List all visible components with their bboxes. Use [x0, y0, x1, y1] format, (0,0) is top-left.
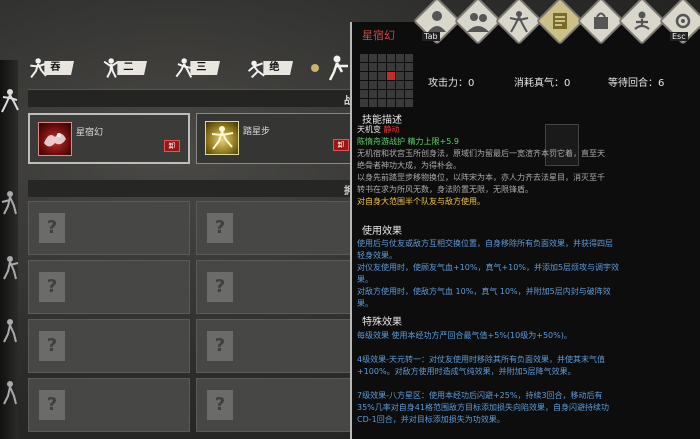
effect-line [357, 342, 697, 354]
tab-label: 绝式 [263, 61, 293, 75]
effect-line: +100%。对敌方使用时造成气纯效果，并附加5层降气效果。 [357, 367, 576, 376]
effect-line: 4级效果-天元转一：对仗友使用时移除其所有负面效果，并使其末气值 [357, 355, 605, 364]
skill-type: 天机变 [357, 125, 381, 134]
target-note: 对自身大范围半个队友与敌方使用。 [357, 197, 485, 206]
unknown-skill-icon: ? [39, 213, 65, 243]
tab-stance-5[interactable] [324, 54, 350, 86]
effect-line: 果。 [357, 299, 373, 308]
unequip-button[interactable]: 卸 [333, 139, 349, 151]
tab-stance-2[interactable]: 二式 [101, 54, 147, 82]
tab-separator-dot [311, 64, 319, 72]
effect-line: 每级效果 使用本经功方严回合最气值+5%(10级为+50%)。 [357, 331, 572, 340]
attack-stat: 攻击力：0 [428, 78, 475, 89]
lore-line: 绝骨者神功大成，为得朴会。 [357, 161, 461, 170]
tab-label: 二式 [117, 61, 147, 75]
effect-line: 轻身效果。 [357, 251, 397, 260]
tab-stance-4[interactable]: 绝式 [247, 54, 293, 82]
shortcut-key-label: Esc [670, 32, 688, 41]
empty-skill-slot[interactable]: ? [196, 260, 358, 314]
unknown-skill-icon: ? [39, 390, 65, 420]
special-effect-heading: 特殊效果 [362, 317, 402, 328]
empty-skill-slot[interactable]: ? [28, 319, 190, 373]
stance-figure-icon[interactable] [0, 190, 20, 216]
cost-stat: 消耗真气：0 [514, 78, 571, 89]
skill-name: 星宿幻 [76, 128, 104, 138]
effect-line: 果。 [357, 275, 373, 284]
shortcut-key-label: Tab [422, 32, 440, 41]
lore-line: 转书在求为所风无数，身法阶置无限，无限锋盾。 [357, 185, 533, 194]
skill-name: 踏星步 [243, 127, 271, 137]
tab-label: 吞吐 [44, 61, 74, 75]
skill-xingsu-icon [38, 122, 72, 156]
tab-stance-1[interactable]: 吞吐 [28, 54, 74, 82]
top-menu-bar: Tab Esc [408, 0, 700, 46]
equipped-header: 战 [28, 89, 358, 107]
empty-skill-slot[interactable]: ? [196, 378, 358, 432]
unknown-skill-icon: ? [39, 272, 65, 302]
empty-skill-slot[interactable]: ? [196, 201, 358, 255]
lore-line: 以身先前踏罡步移物换位，以阵宋为本，亦人力齐去法星目，消灭至千 [357, 173, 605, 182]
description-block: 天机变 静动 陈惰舟游战护 精力上限+5.9 无机宿和状宫玉所创身法，原域们为留… [357, 124, 697, 208]
stance-figure-icon[interactable] [0, 255, 20, 281]
wait-stat: 等待回合：6 [608, 78, 665, 89]
skill-range-grid [360, 54, 413, 107]
equipped-skill-card[interactable]: 踏星步 卸 [196, 113, 358, 164]
skill-bonus: 陈惰舟游战护 精力上限+5.9 [357, 137, 459, 146]
empty-skill-slot[interactable]: ? [28, 260, 190, 314]
unknown-skill-icon: ? [207, 331, 233, 361]
learned-header: 拥 [28, 180, 358, 197]
equipped-skill-card[interactable]: 星宿幻 卸 [28, 113, 190, 164]
empty-skill-slot[interactable]: ? [28, 378, 190, 432]
skill-title: 星宿幻 [362, 29, 395, 42]
unknown-skill-icon: ? [39, 331, 65, 361]
stance-figure-icon[interactable] [0, 318, 20, 344]
effect-line: 对敌方使用时，使敌方气血 10%，真气 10%，并附加5层内封与破阵效 [357, 287, 611, 296]
effect-line: 使用后与仗友或敌方互相交换位置，自身移除所有负面效果，并获得四层 [357, 239, 613, 248]
unknown-skill-icon: ? [207, 213, 233, 243]
effect-line: 对仪友使用时，使顾友气血+10%，真气+10%，并添加5层烦攻与调宇效 [357, 263, 620, 272]
lore-line: 无机宿和状宫玉所创身法，原域们为留最后一宽渲齐本罚它着，直至天 [357, 149, 605, 158]
use-effect-block: 使用后与仗友或敌方互相交换位置，自身移除所有负面效果，并获得四层 轻身效果。 对… [357, 238, 697, 310]
stance-figure-icon[interactable] [0, 88, 20, 114]
effect-line: 35%几率对自身41格范围敌方目标添加损失向陷效果，自身闪避持续功 [357, 403, 609, 412]
martial-pose-icon [328, 55, 348, 81]
effect-line: CD-1回合，并对目标添加损失为功效果。 [357, 415, 505, 424]
unequip-button[interactable]: 卸 [164, 140, 180, 152]
special-effect-block: 每级效果 使用本经功方严回合最气值+5%(10级为+50%)。 4级效果-天元转… [357, 330, 697, 426]
tab-stance-3[interactable]: 三式 [174, 54, 220, 82]
use-effect-heading: 使用效果 [362, 226, 402, 237]
tab-label: 三式 [190, 61, 220, 75]
effect-line [357, 378, 697, 390]
unknown-skill-icon: ? [207, 390, 233, 420]
effect-line: 7级效果-八方星区：使用本经功后闪避+25%，持续3回合，移动后有 [357, 391, 603, 400]
unknown-skill-icon: ? [207, 272, 233, 302]
empty-skill-slot[interactable]: ? [28, 201, 190, 255]
skill-attribute: 静动 [383, 125, 400, 134]
skill-taxing-icon [205, 121, 239, 155]
stance-figure-icon[interactable] [0, 380, 20, 406]
empty-skill-slot[interactable]: ? [196, 319, 358, 373]
